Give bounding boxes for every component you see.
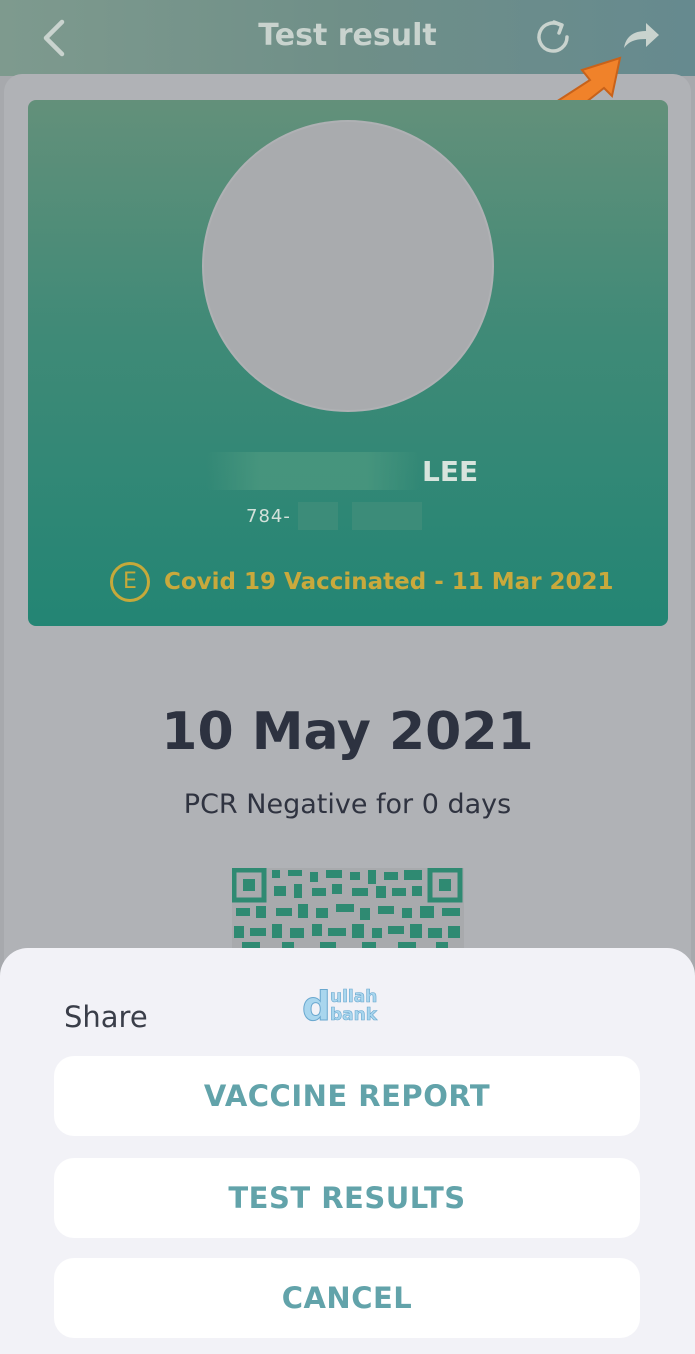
svg-text:d: d: [302, 984, 331, 1024]
test-results-button[interactable]: TEST RESULTS: [54, 1158, 640, 1238]
redacted-id-segment: [298, 502, 338, 530]
vaccinated-badge: E: [110, 562, 150, 602]
id-number: 784-: [246, 506, 291, 527]
watermark-logo: d ullah bank: [302, 984, 379, 1024]
cancel-button[interactable]: CANCEL: [54, 1258, 640, 1338]
vaccination-card: LEE 784- E Covid 19 Vaccinated - 11 Mar …: [28, 100, 668, 626]
share-sheet: Share d ullah bank VACCINE REPORT TEST R…: [0, 948, 695, 1354]
avatar: [202, 120, 494, 412]
svg-text:bank: bank: [330, 1005, 378, 1024]
holder-surname: LEE: [422, 455, 479, 488]
vaccine-status: Covid 19 Vaccinated - 11 Mar 2021: [164, 569, 614, 595]
vaccine-report-button[interactable]: VACCINE REPORT: [54, 1056, 640, 1136]
redacted-id-segment: [352, 502, 422, 530]
test-summary: PCR Negative for 0 days: [183, 789, 512, 820]
share-sheet-title: Share: [64, 1000, 148, 1034]
qr-code: [232, 868, 464, 950]
redacted-name: [206, 452, 420, 490]
svg-text:ullah: ullah: [330, 987, 377, 1007]
test-date: 10 May 2021: [161, 702, 534, 762]
